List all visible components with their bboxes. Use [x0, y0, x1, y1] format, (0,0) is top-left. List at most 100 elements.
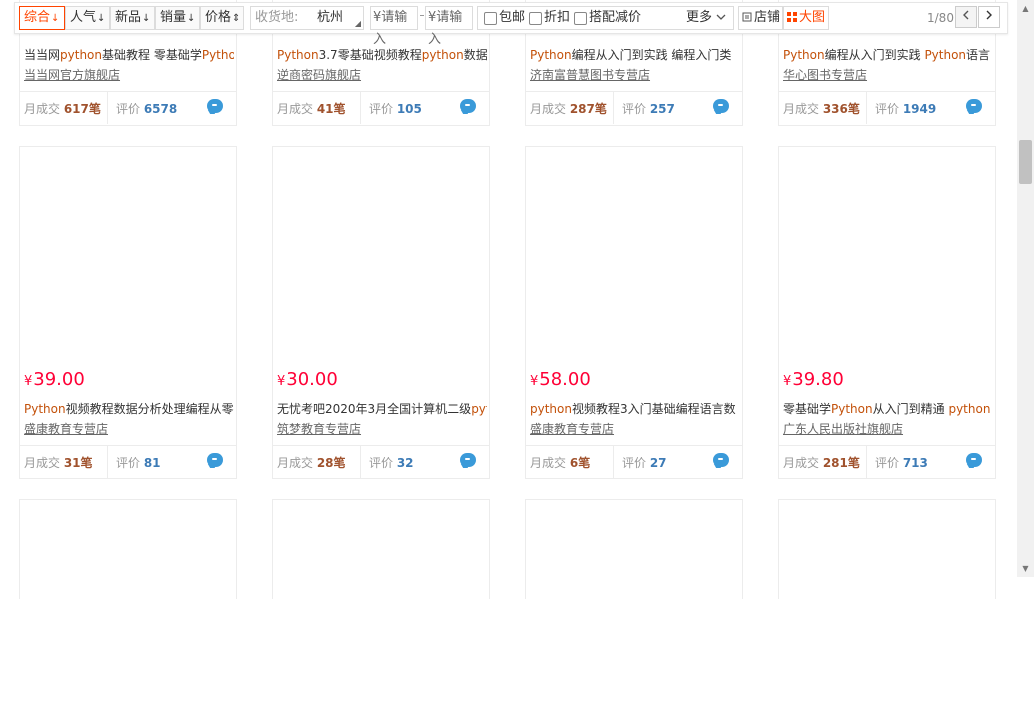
wangwang-chat-icon[interactable] [460, 99, 476, 113]
product-image[interactable] [779, 500, 995, 715]
product-image[interactable] [273, 147, 489, 362]
discount-label[interactable]: 折扣 [544, 7, 570, 29]
bundle-discount-checkbox[interactable] [574, 12, 587, 25]
shop-name-link[interactable]: 当当网官方旗舰店 [24, 66, 120, 83]
wangwang-chat-icon[interactable] [207, 453, 223, 467]
review-count-link[interactable]: 评价 257 [622, 100, 675, 117]
review-count-link[interactable]: 评价 81 [116, 454, 161, 471]
scroll-down-arrow-icon[interactable]: ▼ [1017, 560, 1034, 577]
product-image[interactable] [526, 147, 742, 362]
product-title-link[interactable]: python视频教程3入门基础编程语言数 [530, 400, 740, 417]
review-count: 27 [649, 456, 667, 470]
product-stats: 月成交 6笔 评价 27 [526, 445, 742, 478]
scroll-up-arrow-icon[interactable]: ▲ [1017, 0, 1034, 17]
review-count-link[interactable]: 评价 713 [875, 454, 928, 471]
product-image[interactable] [20, 147, 236, 362]
sort-new-button[interactable]: 新品↓ [110, 6, 155, 30]
stats-divider [360, 446, 361, 478]
review-count-link[interactable]: 评价 6578 [116, 100, 177, 117]
wangwang-chat-icon[interactable] [966, 99, 982, 113]
chevron-right-icon [986, 10, 992, 20]
monthly-sales-prefix: 月成交 [277, 456, 317, 470]
sort-default-button[interactable]: 综合↓ [19, 6, 65, 30]
wangwang-chat-icon[interactable] [713, 453, 729, 467]
shop-name-link[interactable]: 广东人民出版社旗舰店 [783, 420, 903, 437]
product-card[interactable]: ¥39.80 零基础学Python从入门到精通 python 广东人民出版社旗舰店月… [778, 146, 996, 479]
scrollbar-thumb[interactable] [1019, 140, 1032, 184]
stats-divider [613, 92, 614, 124]
review-count-link[interactable]: 评价 27 [622, 454, 667, 471]
grid-icon [787, 12, 797, 22]
shop-name-link[interactable]: 盛康教育专营店 [24, 420, 108, 437]
product-title-link[interactable]: Python编程从入门到实践 编程入门类 [530, 46, 740, 63]
product-stats: 月成交 41笔 评价 105 [273, 91, 489, 124]
product-card[interactable] [19, 499, 237, 715]
product-title-link[interactable]: Python编程从入门到实践 Python语言 [783, 46, 993, 63]
view-grid-label: 大图 [799, 10, 826, 25]
price-value: 39.80 [792, 369, 844, 390]
view-grid-button[interactable]: 大图 [783, 6, 829, 30]
sort-updown-icon: ⇕ [232, 13, 241, 24]
title-keyword: Python [277, 48, 319, 62]
monthly-sales-suffix: 笔 [80, 456, 93, 470]
discount-checkbox[interactable] [529, 12, 542, 25]
product-title-link[interactable]: 无忧考吧2020年3月全国计算机二级pyt [277, 400, 487, 417]
view-shop-button[interactable]: 店铺 [738, 6, 783, 30]
location-select[interactable]: 收货地: 杭州 ◢ [250, 6, 364, 30]
review-prefix: 评价 [622, 102, 650, 116]
product-card[interactable]: ¥58.00 python视频教程3入门基础编程语言数 盛康教育专营店月成交 6笔 评… [525, 146, 743, 479]
shop-name-link[interactable]: 逆商密码旗舰店 [277, 66, 361, 83]
location-city: 杭州 [317, 10, 344, 25]
more-dropdown[interactable]: 更多 [686, 7, 726, 29]
price-max-input[interactable]: ¥请输入 [425, 6, 473, 47]
currency-symbol: ¥ [24, 374, 33, 389]
product-card[interactable]: ¥39.00 Python视频教程数据分析处理编程从零 盛康教育专营店 月成交 31笔… [19, 146, 237, 479]
sort-sales-button[interactable]: 销量↓ [155, 6, 200, 30]
product-card[interactable] [272, 499, 490, 715]
product-price: ¥58.00 [530, 369, 591, 390]
title-text: 无忧考吧2020年3月全国计算机二级 [277, 402, 472, 416]
monthly-sales-count: 287 [569, 102, 595, 116]
shop-name-link[interactable]: 盛康教育专营店 [530, 420, 614, 437]
product-title-link[interactable]: Python视频教程数据分析处理编程从零 [24, 400, 234, 417]
product-card[interactable] [778, 499, 996, 715]
sort-price-button[interactable]: 价格⇕ [200, 6, 244, 30]
product-card[interactable] [525, 499, 743, 715]
monthly-sales-count: 617 [63, 102, 89, 116]
product-image[interactable] [526, 500, 742, 715]
product-image[interactable] [273, 500, 489, 715]
wangwang-chat-icon[interactable] [713, 99, 729, 113]
shop-list-icon [742, 12, 752, 22]
wangwang-chat-icon[interactable] [966, 453, 982, 467]
title-text: 3.7零基础视频教程 [318, 48, 422, 62]
sort-popularity-button[interactable]: 人气↓ [65, 6, 110, 30]
product-title-link[interactable]: 零基础学Python从入门到精通 python [783, 400, 993, 417]
price-min-input[interactable]: ¥请输入 [370, 6, 418, 47]
monthly-sales-count: 6 [569, 456, 579, 470]
stats-divider [107, 92, 108, 124]
wangwang-chat-icon[interactable] [460, 453, 476, 467]
prev-page-button[interactable] [955, 6, 977, 28]
product-card[interactable]: ¥30.00 无忧考吧2020年3月全国计算机二级pyt 筑梦教育专营店月成交 28… [272, 146, 490, 479]
next-page-button[interactable] [978, 6, 1000, 28]
monthly-sales: 月成交 617笔 [24, 100, 101, 117]
shop-name-link[interactable]: 华心图书专营店 [783, 66, 867, 83]
review-prefix: 评价 [875, 102, 903, 116]
free-shipping-checkbox[interactable] [484, 12, 497, 25]
bundle-discount-label[interactable]: 搭配减价 [589, 7, 641, 29]
product-title-link[interactable]: 当当网python基础教程 零基础学Pytho [24, 46, 234, 63]
price-value: 30.00 [286, 369, 338, 390]
shop-name-link[interactable]: 筑梦教育专营店 [277, 420, 361, 437]
product-image[interactable] [20, 500, 236, 715]
review-count: 713 [902, 456, 928, 470]
sort-label: 新品 [115, 10, 142, 25]
review-count-link[interactable]: 评价 1949 [875, 100, 936, 117]
page-scrollbar[interactable]: ▲ ▼ [1017, 0, 1034, 577]
review-count-link[interactable]: 评价 105 [369, 100, 422, 117]
review-count-link[interactable]: 评价 32 [369, 454, 414, 471]
product-stats: 月成交 617笔 评价 6578 [20, 91, 236, 124]
free-shipping-label[interactable]: 包邮 [499, 7, 525, 29]
product-image[interactable] [779, 147, 995, 362]
wangwang-chat-icon[interactable] [207, 99, 223, 113]
shop-name-link[interactable]: 济南富普慧图书专营店 [530, 66, 650, 83]
